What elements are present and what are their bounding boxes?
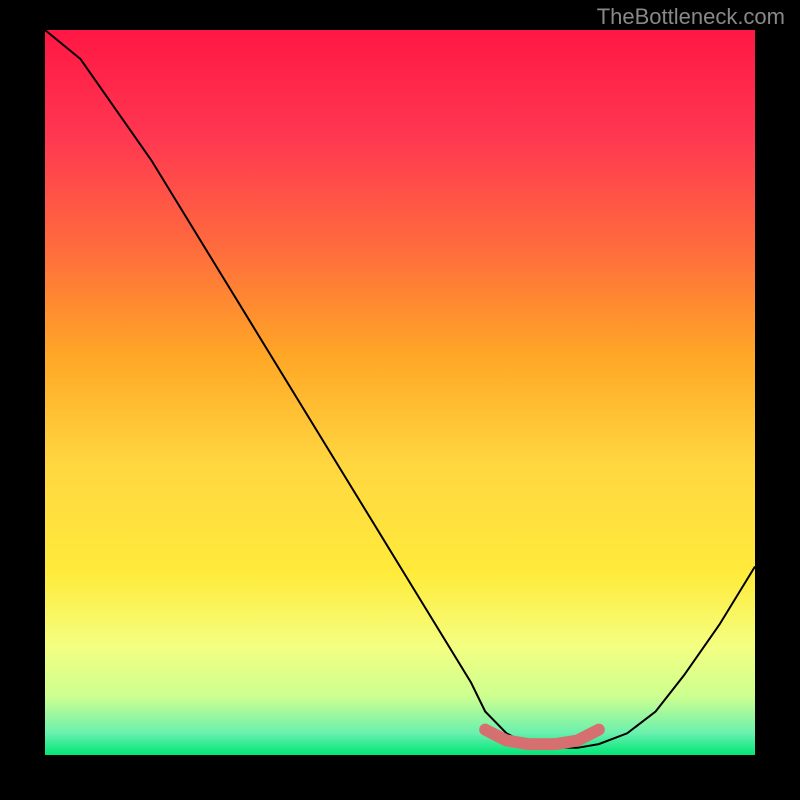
plot-area xyxy=(45,30,755,755)
watermark-text: TheBottleneck.com xyxy=(597,4,785,30)
chart-container xyxy=(45,30,755,755)
chart-svg xyxy=(45,30,755,755)
gradient-background xyxy=(45,30,755,755)
